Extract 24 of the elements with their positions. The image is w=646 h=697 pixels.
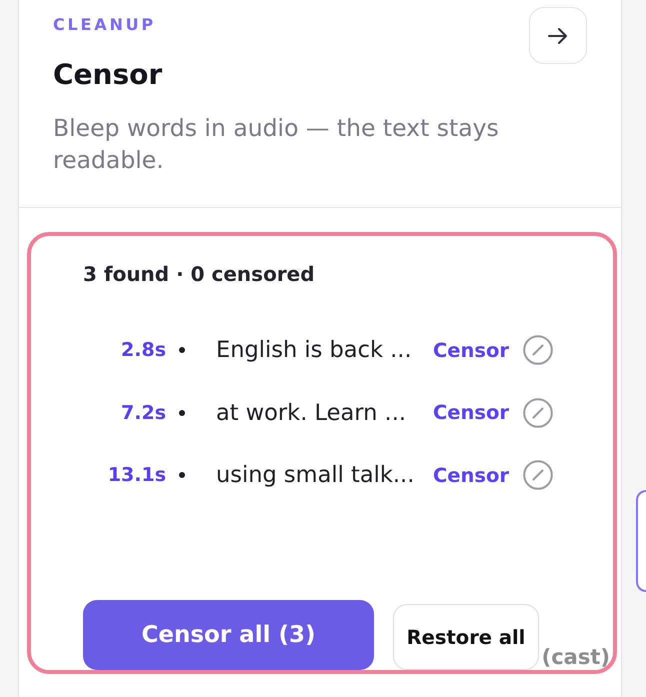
timestamp-link[interactable]: 2.8s: [83, 339, 166, 362]
censor-all-button[interactable]: Censor all (3): [83, 600, 374, 670]
slash-circle-icon[interactable]: [523, 460, 554, 490]
timestamp-link[interactable]: 13.1s: [83, 464, 166, 486]
match-text: at work. Learn ...: [216, 400, 408, 426]
restore-all-button[interactable]: Restore all: [393, 604, 539, 670]
timestamp-link[interactable]: 7.2s: [83, 402, 166, 424]
slash-circle-icon[interactable]: [523, 398, 554, 428]
bullet-icon: [179, 472, 185, 478]
censor-link[interactable]: Censor: [433, 401, 510, 424]
overlay-label: (cast): [542, 644, 610, 670]
category-label: CLEANUP: [53, 15, 156, 35]
card-title: Censor: [53, 57, 162, 93]
results-summary: 3 found · 0 censored: [83, 261, 315, 287]
bullet-icon: [179, 410, 185, 416]
censor-link[interactable]: Censor: [433, 338, 510, 362]
slash-circle-icon[interactable]: [523, 335, 554, 366]
bullet-icon: [179, 347, 185, 354]
arrow-button[interactable]: [529, 7, 587, 64]
arrow-right-icon: [548, 26, 568, 44]
card-description: Bleep words in audio — the text stays readable.: [53, 113, 500, 176]
censor-link[interactable]: Censor: [433, 464, 510, 487]
match-text: English is back ...: [216, 337, 413, 364]
match-text: using small talk...: [216, 462, 416, 488]
